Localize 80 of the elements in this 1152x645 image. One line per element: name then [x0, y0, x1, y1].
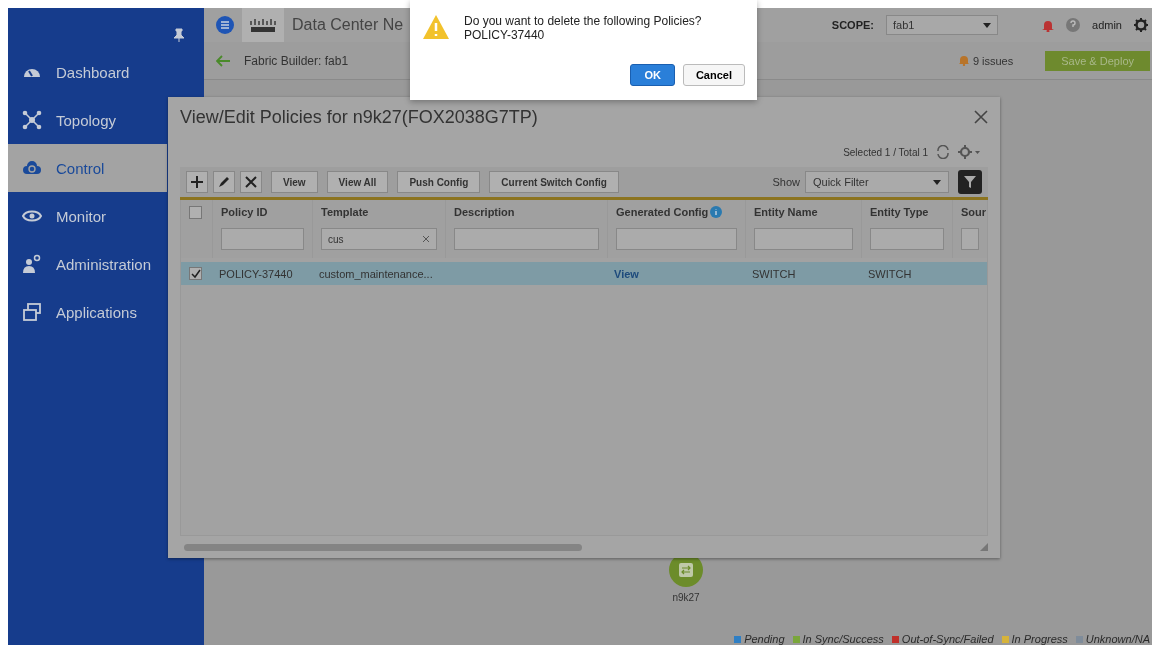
sidebar-item[interactable]: Dashboard — [8, 48, 204, 96]
cisco-logo-icon — [248, 17, 278, 33]
clear-icon — [422, 235, 430, 243]
breadcrumb: Fabric Builder: fab1 — [244, 53, 349, 68]
funnel-icon — [964, 176, 976, 188]
legend-label: In Progress — [1011, 634, 1068, 645]
column-header: Policy ID — [221, 206, 269, 218]
view-button[interactable]: View — [271, 171, 318, 193]
show-label: Show — [772, 176, 800, 188]
scope-label: SCOPE: — [831, 19, 875, 31]
column-header: Description — [454, 206, 516, 218]
switch-icon — [679, 563, 693, 577]
issues-link[interactable]: 9 issues — [972, 54, 1014, 67]
select-all-checkbox[interactable] — [189, 206, 202, 219]
scrollbar[interactable] — [184, 543, 582, 551]
node-label: n9k27 — [672, 592, 700, 603]
legend-label: Unknown/NA — [1085, 634, 1150, 645]
column-header: Entity Type — [870, 206, 930, 218]
delete-button[interactable] — [240, 171, 262, 193]
plus-icon — [190, 175, 204, 189]
filter-field[interactable] — [754, 228, 853, 250]
table-cell: POLICY-37440 — [219, 267, 293, 280]
sidebar-item[interactable]: Applications — [8, 288, 204, 336]
alert-item: POLICY-37440 — [464, 28, 546, 42]
close-icon[interactable] — [974, 110, 988, 124]
selection-count: Selected 1 / Total 1 — [843, 146, 928, 158]
cross-icon — [244, 175, 258, 189]
bell-icon — [958, 55, 969, 66]
legend-label: Pending — [744, 634, 785, 645]
current-switch-config-button[interactable]: Current Switch Config — [489, 171, 619, 193]
caret-icon — [983, 22, 992, 28]
table-row[interactable]: POLICY-37440 custom_maintenance... View SWITCH SWITCH — [181, 262, 987, 285]
view-link[interactable]: View — [614, 267, 639, 280]
filter-field[interactable] — [961, 228, 979, 250]
edit-button[interactable] — [213, 171, 235, 193]
filter-field[interactable] — [870, 228, 944, 250]
refresh-icon — [936, 145, 950, 159]
filter-field[interactable] — [616, 228, 737, 250]
filter-field[interactable]: cus — [321, 228, 437, 250]
user-name[interactable]: admin — [1092, 19, 1122, 31]
alert-message: Do you want to delete the following Policies? — [464, 14, 703, 28]
person-gear-icon — [22, 254, 42, 274]
scope-dropdown[interactable]: fab1 — [886, 15, 999, 35]
column-header: Generated Config — [616, 206, 709, 218]
ok-button[interactable]: OK — [630, 64, 675, 86]
settings-icon — [958, 145, 980, 159]
windows-icon — [22, 302, 42, 322]
push-config-button[interactable]: Push Config — [397, 171, 481, 193]
table-cell: custom_maintenance... — [319, 267, 433, 280]
legend-label: In Sync/Success — [802, 634, 884, 645]
cancel-button[interactable]: Cancel — [682, 64, 745, 86]
view-all-button[interactable]: View All — [326, 171, 389, 193]
row-checkbox[interactable] — [189, 267, 202, 280]
app-title: Data Center Ne — [292, 16, 404, 34]
back-arrow-icon — [216, 54, 230, 67]
filter-button[interactable] — [958, 170, 982, 194]
menu-icon — [216, 16, 234, 34]
column-header: Template — [321, 206, 370, 218]
filter-field[interactable] — [454, 228, 599, 250]
filter-field[interactable] — [221, 228, 304, 250]
sidebar-item[interactable]: Control — [8, 144, 167, 192]
settings-icon — [1134, 18, 1148, 32]
network-icon — [22, 110, 42, 130]
bell-icon — [1042, 18, 1055, 32]
check-icon — [190, 268, 201, 279]
pin-icon — [174, 28, 184, 42]
filter-dropdown[interactable]: Quick Filter — [805, 171, 949, 193]
caret-icon — [933, 179, 941, 185]
table-cell: SWITCH — [752, 267, 796, 280]
legend-label: Out-of-Sync/Failed — [901, 634, 994, 645]
pencil-icon — [217, 175, 231, 189]
table-cell: SWITCH — [868, 267, 912, 280]
help-icon — [1066, 18, 1081, 32]
resize-grip-icon — [980, 543, 988, 551]
add-button[interactable] — [186, 171, 208, 193]
column-header: Sour — [961, 206, 987, 218]
warning-icon — [422, 14, 450, 40]
dialog-title: View/Edit Policies for n9k27(FOX2038G7TP) — [180, 106, 538, 128]
column-header: Entity Name — [754, 206, 819, 218]
sidebar-item[interactable]: Monitor — [8, 192, 204, 240]
